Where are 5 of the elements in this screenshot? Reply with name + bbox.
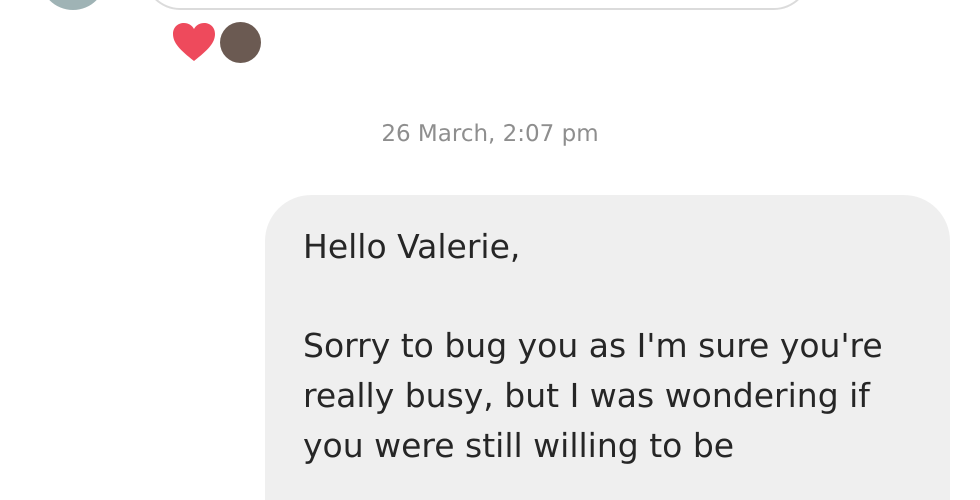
message-text: Hello Valerie, — [303, 226, 522, 268]
avatar — [220, 22, 261, 62]
timestamp: 26 March, 2:07 pm — [380, 121, 600, 147]
message-text: Sorry to bug you as I'm sure you're really busy, but I was wondering if you were still willing to be — [303, 325, 884, 467]
heart-icon — [172, 22, 216, 62]
